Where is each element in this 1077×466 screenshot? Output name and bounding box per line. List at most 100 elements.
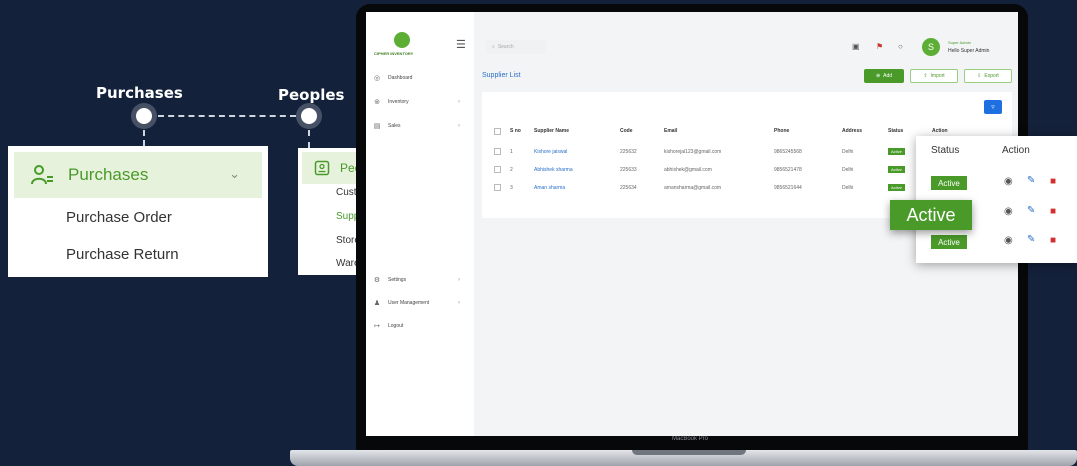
table-cell-email: kishorejai123@gmail.com (664, 149, 722, 155)
sidebar-item-label: Sales (388, 123, 401, 129)
search-input[interactable]: ⌕ Search (486, 40, 546, 54)
sidebar-item-label: Logout (388, 323, 404, 329)
export-button-label: Export (984, 73, 999, 79)
column-header: Supplier Name (534, 128, 570, 134)
bell-icon[interactable]: ○ (898, 42, 903, 51)
dashboard-icon: ◎ (373, 75, 381, 82)
table-cell-phone: 9865245568 (774, 149, 802, 155)
sidebar-item-label: Dashboard (388, 75, 413, 81)
user-name[interactable]: Hello Super Admin (948, 48, 989, 54)
column-header: S no (510, 128, 521, 134)
import-button-label: Import (930, 73, 945, 79)
sidebar-item-settings[interactable]: ⚙ Settings › (372, 273, 468, 287)
table-cell-supplier-name[interactable]: Kishore jaiswal (534, 149, 567, 155)
table-cell-email: amansharma@gmail.com (664, 185, 722, 191)
sidebar-item-label: Inventory (388, 99, 409, 105)
page-title: Supplier List (482, 72, 521, 79)
sidebar-item-dashboard[interactable]: ◎ Dashboard (372, 71, 468, 85)
table-cell-sno: 2 (510, 167, 513, 173)
chevron-right-icon: › (458, 123, 460, 129)
purchases-callout-label: Purchases (96, 84, 183, 102)
sidebar-item-user-management[interactable]: ♟ User Management › (372, 296, 468, 310)
us-flag-icon[interactable]: ⚑ (876, 42, 883, 51)
column-header: Code (620, 128, 633, 134)
table-cell-email: abhishek@gmail.com (664, 167, 712, 173)
sidebar-item-sales[interactable]: ▤ Sales › (372, 119, 468, 133)
row-checkbox[interactable] (494, 184, 501, 191)
logout-icon: ↦ (374, 323, 380, 330)
chevron-right-icon: › (458, 99, 460, 105)
peoples-connector (308, 130, 310, 148)
sidebar: CIPHER INVENTORY ☰ ◎ Dashboard ⊚ Invento… (366, 12, 474, 436)
peoples-id-card-icon (314, 160, 330, 176)
sidebar-item-inventory[interactable]: ⊚ Inventory › (372, 95, 468, 109)
table-cell-sno: 1 (510, 149, 513, 155)
row-checkbox[interactable] (494, 166, 501, 173)
status-badge: Active (888, 148, 905, 155)
eye-icon[interactable]: ◉ (1004, 206, 1013, 217)
action-header: Action (1002, 145, 1030, 156)
table-cell-code: 225634 (620, 185, 637, 191)
sidebar-item-label: Settings (388, 277, 407, 283)
status-badge: Active (931, 176, 967, 190)
laptop-notch (632, 450, 746, 455)
purchases-menu-title: Purchases (68, 165, 149, 184)
column-header: Phone (774, 128, 790, 134)
top-bar: ⌕ Search ▣ ⚑ ○ S Super Admin Hello Super… (474, 12, 1018, 72)
table-cell-sno: 3 (510, 185, 513, 191)
user-role: Super Admin (948, 40, 971, 45)
import-button[interactable]: ⇧ Import (910, 69, 958, 83)
select-all-checkbox[interactable] (494, 128, 501, 135)
export-button[interactable]: ⇩ Export (964, 69, 1012, 83)
table-cell-supplier-name[interactable]: Aman sharma (534, 185, 565, 191)
column-header: Address (842, 128, 863, 134)
purchases-person-icon (31, 165, 53, 185)
status-header: Status (931, 145, 960, 156)
purchase-return-item[interactable]: Purchase Return (66, 246, 179, 263)
sidebar-item-logout[interactable]: ↦ Logout (372, 319, 468, 333)
column-header: Status (888, 128, 904, 134)
table-cell-phone: 9856521478 (774, 167, 802, 173)
purchase-order-item[interactable]: Purchase Order (66, 209, 172, 226)
search-icon: ⌕ (492, 44, 495, 50)
status-badge: Active (931, 235, 967, 249)
peoples-callout-label: Peoples (278, 86, 345, 104)
trash-icon[interactable]: ■ (1050, 206, 1056, 217)
pencil-icon[interactable]: ✎ (1027, 205, 1035, 216)
pencil-icon[interactable]: ✎ (1027, 234, 1035, 245)
eye-icon[interactable]: ◉ (1004, 176, 1013, 187)
row-checkbox[interactable] (494, 148, 501, 155)
sidebar-item-label: User Management (388, 300, 430, 306)
eye-icon[interactable]: ◉ (1004, 235, 1013, 246)
chart-icon: ▤ (373, 123, 381, 130)
cart-icon: ⊚ (374, 99, 380, 106)
purchases-menu-header[interactable]: Purchases ⌄ (14, 152, 262, 198)
table-cell-code: 225633 (620, 167, 637, 173)
add-button[interactable]: ⊕ Add (864, 69, 904, 83)
avatar[interactable]: S (922, 38, 940, 56)
status-badge: Active (888, 166, 905, 173)
pencil-icon[interactable]: ✎ (1027, 175, 1035, 186)
import-icon: ⇧ (923, 73, 928, 79)
table-cell-address: Delhi (842, 167, 854, 173)
brand-name: CIPHER INVENTORY (374, 51, 414, 56)
plus-icon: ⊕ (875, 73, 881, 79)
active-status-highlight: Active (890, 200, 972, 230)
gear-icon: ⚙ (373, 277, 381, 284)
column-header: Action (932, 128, 948, 134)
fullscreen-icon[interactable]: ▣ (852, 42, 860, 51)
trash-icon[interactable]: ■ (1050, 235, 1056, 246)
laptop-model-label: MacBook Pro (671, 436, 708, 442)
search-placeholder: Search (497, 44, 514, 50)
table-cell-address: Delhi (842, 149, 854, 155)
table-cell-phone: 9856521644 (774, 185, 802, 191)
add-button-label: Add (883, 73, 893, 79)
brand-logo (394, 32, 410, 48)
chevron-right-icon: › (458, 300, 460, 306)
table-cell-supplier-name[interactable]: Abhishek sharma (534, 167, 573, 173)
filter-icon[interactable]: ▿ (984, 100, 1002, 114)
purchases-callout-dot (136, 108, 152, 124)
hamburger-menu-icon[interactable]: ☰ (456, 38, 466, 51)
trash-icon[interactable]: ■ (1050, 176, 1056, 187)
export-icon: ⇩ (977, 73, 982, 79)
